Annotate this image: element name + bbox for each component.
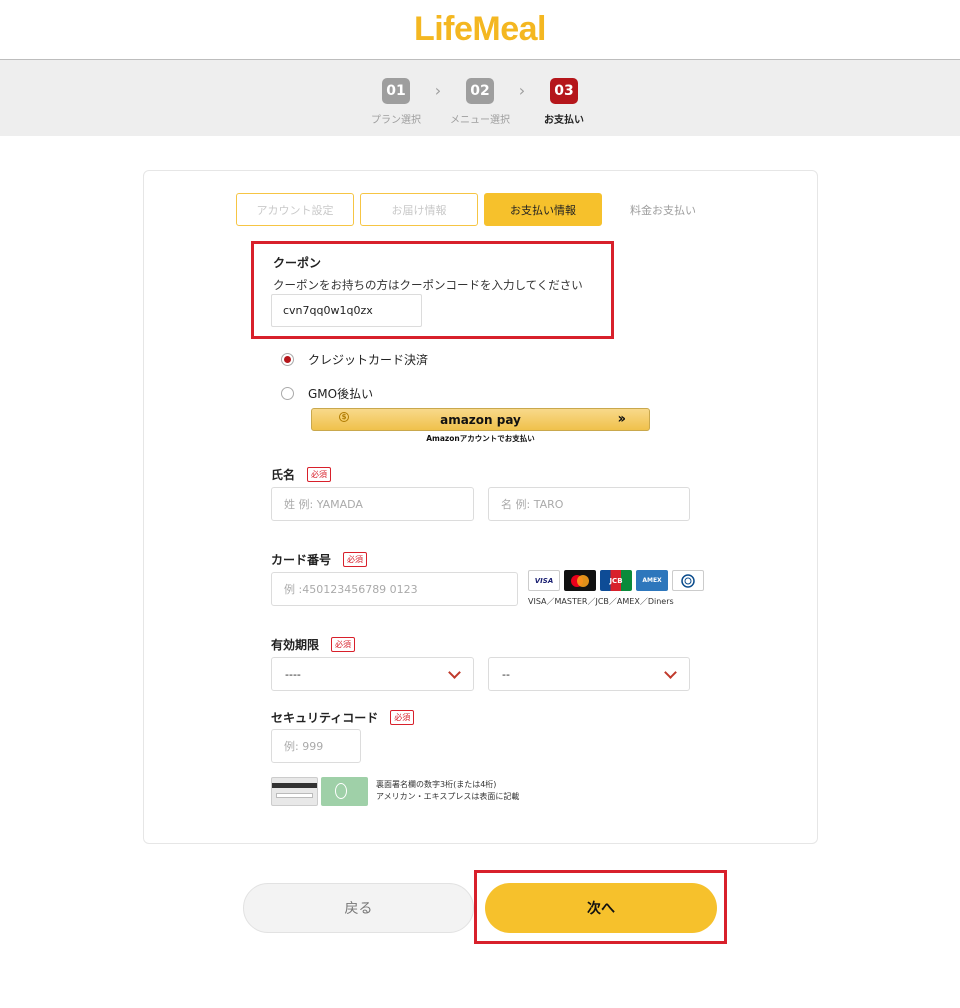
gmo-radio[interactable] (281, 387, 294, 400)
required-badge: 必須 (343, 552, 368, 567)
expiry-label: 有効期限 必須 (271, 636, 356, 653)
card-number-label: カード番号 必須 (271, 551, 368, 568)
gmo-option[interactable]: GMO後払い (281, 385, 373, 402)
step-payment: 03 お支払い (531, 78, 597, 126)
credit-card-label: クレジットカード決済 (308, 353, 429, 367)
card-brand-logos: VISA JCB AMEX (528, 570, 708, 591)
step-plan: 01 プラン選択 (363, 78, 429, 126)
step-number: 02 (466, 78, 494, 104)
expiry-month-value: ---- (285, 667, 301, 681)
gmo-label: GMO後払い (308, 387, 374, 401)
step-label: お支払い (544, 115, 584, 126)
expiry-year-select[interactable]: -- (488, 657, 690, 691)
coupon-section: クーポン クーポンをお持ちの方はクーポンコードを入力してください (251, 241, 614, 339)
mastercard-icon (564, 570, 596, 591)
card-back-image (271, 777, 318, 806)
card-number-label-text: カード番号 (271, 553, 332, 567)
security-code-input[interactable]: 例: 999 (271, 729, 361, 763)
required-badge: 必須 (390, 710, 415, 725)
chevron-down-icon (448, 666, 461, 679)
amex-icon: AMEX (636, 570, 668, 591)
coupon-code-input[interactable] (271, 294, 422, 327)
last-name-input[interactable]: 姓 例: YAMADA (271, 487, 474, 521)
double-chevron-icon: ›› (617, 411, 625, 427)
card-number-input[interactable]: 例 :450123456789 0123 (271, 572, 518, 606)
credit-card-option[interactable]: クレジットカード決済 (281, 351, 428, 368)
jcb-icon: JCB (600, 570, 632, 591)
name-label-text: 氏名 (271, 468, 296, 482)
chevron-right-icon: › (518, 81, 526, 100)
required-badge: 必須 (307, 467, 332, 482)
security-code-label: セキュリティコード 必須 (271, 709, 415, 726)
visa-icon: VISA (528, 570, 560, 591)
step-label: プラン選択 (371, 115, 421, 126)
security-note-line: アメリカン・エキスプレスは表面に記載 (376, 792, 520, 801)
form-subtabs: アカウント設定 お届け情報 お支払い情報 料金お支払い (236, 193, 724, 226)
step-number: 01 (382, 78, 410, 104)
tab-payment-info[interactable]: お支払い情報 (484, 193, 602, 226)
amazon-coin-icon: $ (339, 412, 349, 422)
next-button-highlight (474, 870, 727, 944)
diners-icon (672, 570, 704, 591)
chevron-down-icon (664, 666, 677, 679)
amazon-pay-button[interactable]: $ amazon pay ›› (311, 408, 650, 431)
coupon-description: クーポンをお持ちの方はクーポンコードを入力してください (273, 278, 583, 292)
site-header: LifeMeal (0, 0, 960, 60)
step-label: メニュー選択 (450, 115, 510, 126)
expiry-label-text: 有効期限 (271, 638, 320, 652)
card-front-image (321, 777, 368, 806)
chevron-right-icon: › (434, 81, 442, 100)
payment-form-card: アカウント設定 お届け情報 お支払い情報 料金お支払い クーポン クーポンをお持… (143, 170, 818, 844)
security-code-label-text: セキュリティコード (271, 711, 379, 725)
credit-card-radio[interactable] (281, 353, 294, 366)
security-note-line: 裏面署名欄の数字3桁(または4桁) (376, 780, 497, 789)
back-button[interactable]: 戻る (243, 883, 474, 933)
tab-account-settings[interactable]: アカウント設定 (236, 193, 354, 226)
amazon-pay-subtext: Amazonアカウントでお支払い (426, 434, 535, 443)
tab-fee-payment[interactable]: 料金お支払い (608, 193, 718, 226)
security-code-note: 裏面署名欄の数字3桁(または4桁) アメリカン・エキスプレスは表面に記載 (376, 779, 519, 803)
step-number: 03 (550, 78, 578, 104)
coupon-title: クーポン (273, 256, 322, 270)
amazon-pay-label: amazon pay (440, 412, 521, 427)
tab-delivery-info[interactable]: お届け情報 (360, 193, 478, 226)
expiry-month-select[interactable]: ---- (271, 657, 474, 691)
lifemeal-logo[interactable]: LifeMeal (414, 10, 547, 49)
card-brands-text: VISA／MASTER／JCB／AMEX／Diners (528, 597, 674, 606)
step-menu: 02 メニュー選択 (447, 78, 513, 126)
checkout-steps: 01 プラン選択 › 02 メニュー選択 › 03 お支払い (0, 60, 960, 136)
expiry-year-value: -- (502, 667, 510, 681)
name-label: 氏名 必須 (271, 466, 332, 483)
required-badge: 必須 (331, 637, 356, 652)
first-name-input[interactable]: 名 例: TARO (488, 487, 690, 521)
